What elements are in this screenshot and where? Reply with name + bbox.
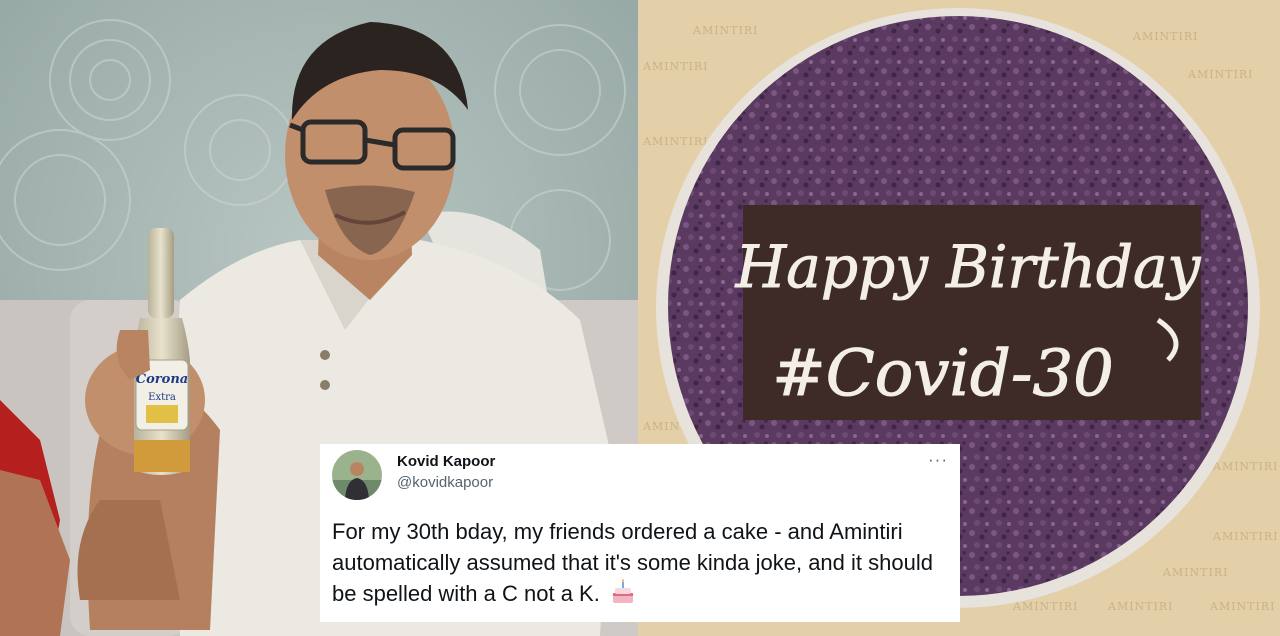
svg-text:AMINTIRI: AMINTIRI (642, 135, 709, 148)
svg-text:AMINTIRI: AMINTIRI (1212, 530, 1279, 543)
avatar[interactable] (332, 450, 382, 500)
svg-text:AMINTIRI: AMINTIRI (1012, 600, 1079, 613)
svg-text:AMINTIRI: AMINTIRI (642, 60, 709, 73)
svg-text:AMINTIRI: AMINTIRI (1212, 460, 1279, 473)
svg-text:AMINTIRI: AMINTIRI (1209, 600, 1276, 613)
cake-line-2: #Covid-30 (772, 337, 1114, 411)
birthday-cake-icon (610, 579, 636, 613)
svg-text:AMINTIRI: AMINTIRI (1132, 30, 1199, 43)
svg-text:AMINTIRI: AMINTIRI (692, 24, 759, 37)
tweet-card: Kovid Kapoor @kovidkapoor ··· For my 30t… (320, 444, 960, 622)
avatar-image (332, 450, 382, 500)
svg-text:AMINTIRI: AMINTIRI (1187, 68, 1254, 81)
svg-text:AMINTIRI: AMINTIRI (1107, 600, 1174, 613)
tweet-text: For my 30th bday, my friends ordered a c… (332, 516, 942, 613)
svg-text:AMINTIRI: AMINTIRI (1162, 566, 1229, 579)
author-handle[interactable]: @kovidkapoor (397, 474, 493, 491)
more-options-icon[interactable]: ··· (928, 450, 948, 470)
author-name[interactable]: Kovid Kapoor (397, 453, 495, 470)
bottle-label: Corona (136, 372, 188, 387)
bottle-sublabel: Extra (148, 392, 176, 403)
cake-line-1: Happy Birthday (735, 233, 1202, 301)
